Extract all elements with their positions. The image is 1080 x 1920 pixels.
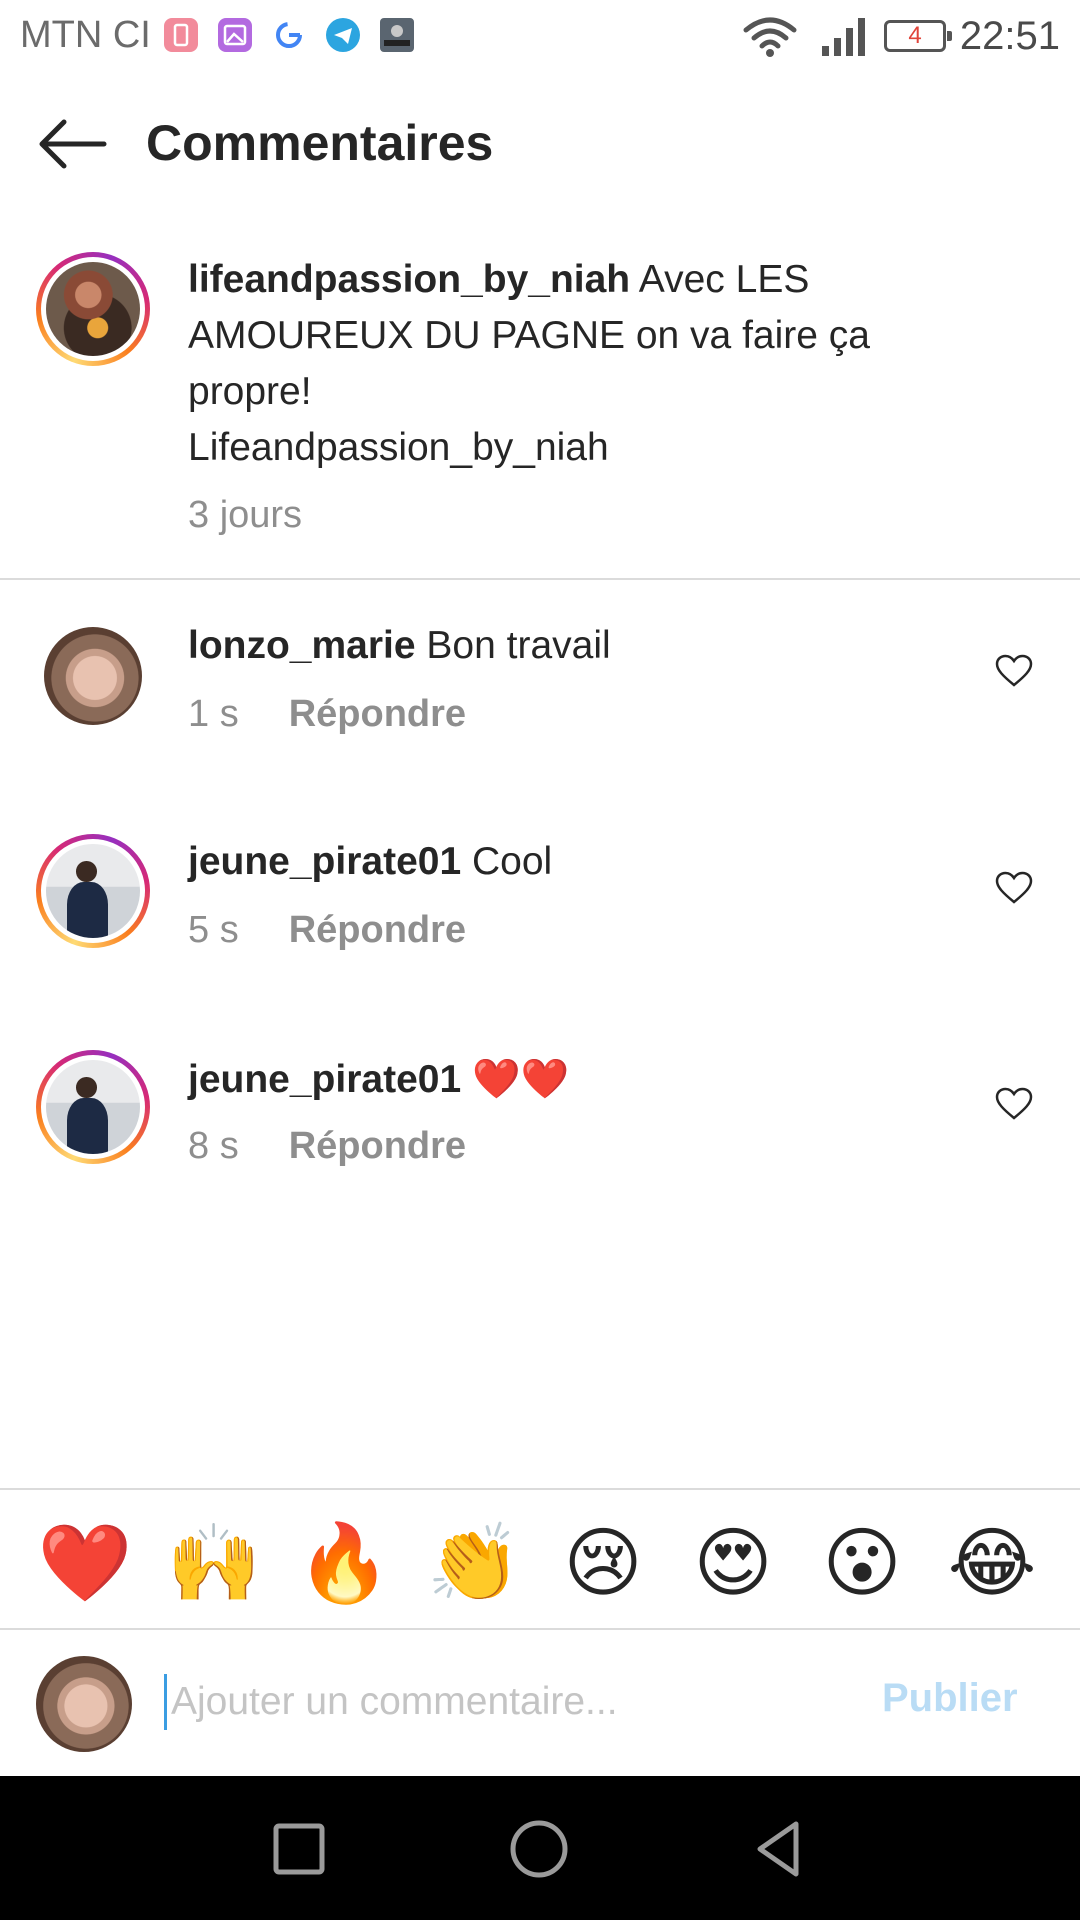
avatar[interactable] bbox=[36, 1050, 150, 1164]
home-icon[interactable] bbox=[506, 1816, 572, 1882]
emoji-laughing-button[interactable]: 😂 bbox=[937, 1518, 1047, 1608]
caption-signature: Lifeandpassion_by_niah bbox=[188, 426, 609, 469]
reply-button[interactable]: Répondre bbox=[289, 1125, 466, 1167]
comment-composer: Publier bbox=[0, 1632, 1080, 1776]
reply-button[interactable]: Répondre bbox=[289, 693, 466, 735]
comment-text: jeune_pirate01 ❤️❤️ bbox=[188, 1056, 569, 1102]
back-icon[interactable] bbox=[746, 1816, 812, 1882]
signal-icon bbox=[820, 16, 868, 63]
comment-meta: 5 s Répondre bbox=[188, 909, 466, 952]
battery-saver-icon bbox=[164, 18, 198, 52]
divider bbox=[0, 578, 1080, 580]
call-of-duty-icon bbox=[380, 18, 414, 52]
comment-username[interactable]: jeune_pirate01 bbox=[188, 1058, 461, 1101]
wifi-icon bbox=[742, 16, 798, 63]
like-heart-icon[interactable] bbox=[995, 654, 1033, 688]
caption-text: lifeandpassion_by_niah Avec LES AMOUREUX… bbox=[188, 252, 948, 476]
system-nav-bar bbox=[0, 1776, 1080, 1920]
telegram-icon bbox=[326, 18, 360, 52]
emoji-heart-button[interactable]: ❤️ bbox=[30, 1518, 140, 1608]
comment-input[interactable] bbox=[164, 1674, 851, 1730]
like-heart-icon[interactable] bbox=[995, 1087, 1033, 1121]
comment-body: Cool bbox=[461, 840, 553, 883]
battery-icon: 4 bbox=[884, 20, 952, 52]
emoji-heart-eyes-button[interactable]: 😍 bbox=[678, 1518, 788, 1608]
comment-body: ❤️❤️ bbox=[461, 1058, 570, 1101]
carrier-name: MTN CI bbox=[20, 14, 151, 56]
caption-username[interactable]: lifeandpassion_by_niah bbox=[188, 258, 630, 301]
emoji-clap-button[interactable]: 👏 bbox=[419, 1518, 529, 1608]
comment-meta: 1 s Répondre bbox=[188, 693, 466, 736]
like-heart-icon[interactable] bbox=[995, 871, 1033, 905]
status-bar: MTN CI 4 22:51 bbox=[0, 0, 1080, 76]
reply-button[interactable]: Répondre bbox=[289, 909, 466, 951]
recent-apps-icon[interactable] bbox=[266, 1816, 332, 1882]
comment-text: jeune_pirate01 Cool bbox=[188, 840, 552, 884]
battery-level: 4 bbox=[908, 22, 922, 49]
page-title: Commentaires bbox=[146, 115, 494, 171]
comment-text: lonzo_marie Bon travail bbox=[188, 624, 611, 668]
comment-username[interactable]: jeune_pirate01 bbox=[188, 840, 461, 883]
avatar bbox=[36, 1656, 132, 1752]
emoji-fire-button[interactable]: 🔥 bbox=[289, 1518, 399, 1608]
emoji-crying-button[interactable]: 😢 bbox=[548, 1518, 658, 1608]
google-icon bbox=[272, 18, 306, 52]
avatar[interactable] bbox=[36, 252, 150, 366]
comment-username[interactable]: lonzo_marie bbox=[188, 624, 416, 667]
caption-time: 3 jours bbox=[188, 494, 303, 536]
back-arrow-icon[interactable] bbox=[36, 116, 108, 172]
comment-body: Bon travail bbox=[415, 624, 611, 667]
clock: 22:51 bbox=[959, 14, 1060, 58]
comment-time: 5 s bbox=[188, 909, 239, 951]
comment-meta: 8 s Répondre bbox=[188, 1125, 466, 1168]
gallery-icon bbox=[218, 18, 252, 52]
emoji-surprised-button[interactable]: 😮 bbox=[807, 1518, 917, 1608]
comment-time: 1 s bbox=[188, 693, 239, 735]
comment-time: 8 s bbox=[188, 1125, 239, 1167]
publish-button[interactable]: Publier bbox=[882, 1676, 1018, 1721]
avatar[interactable] bbox=[36, 834, 150, 948]
emoji-quick-bar: ❤️ 🙌 🔥 👏 😢 😍 😮 😂 bbox=[0, 1488, 1080, 1630]
avatar[interactable] bbox=[44, 627, 142, 725]
emoji-raised-hands-button[interactable]: 🙌 bbox=[159, 1518, 269, 1608]
top-bar: Commentaires bbox=[0, 76, 1080, 210]
